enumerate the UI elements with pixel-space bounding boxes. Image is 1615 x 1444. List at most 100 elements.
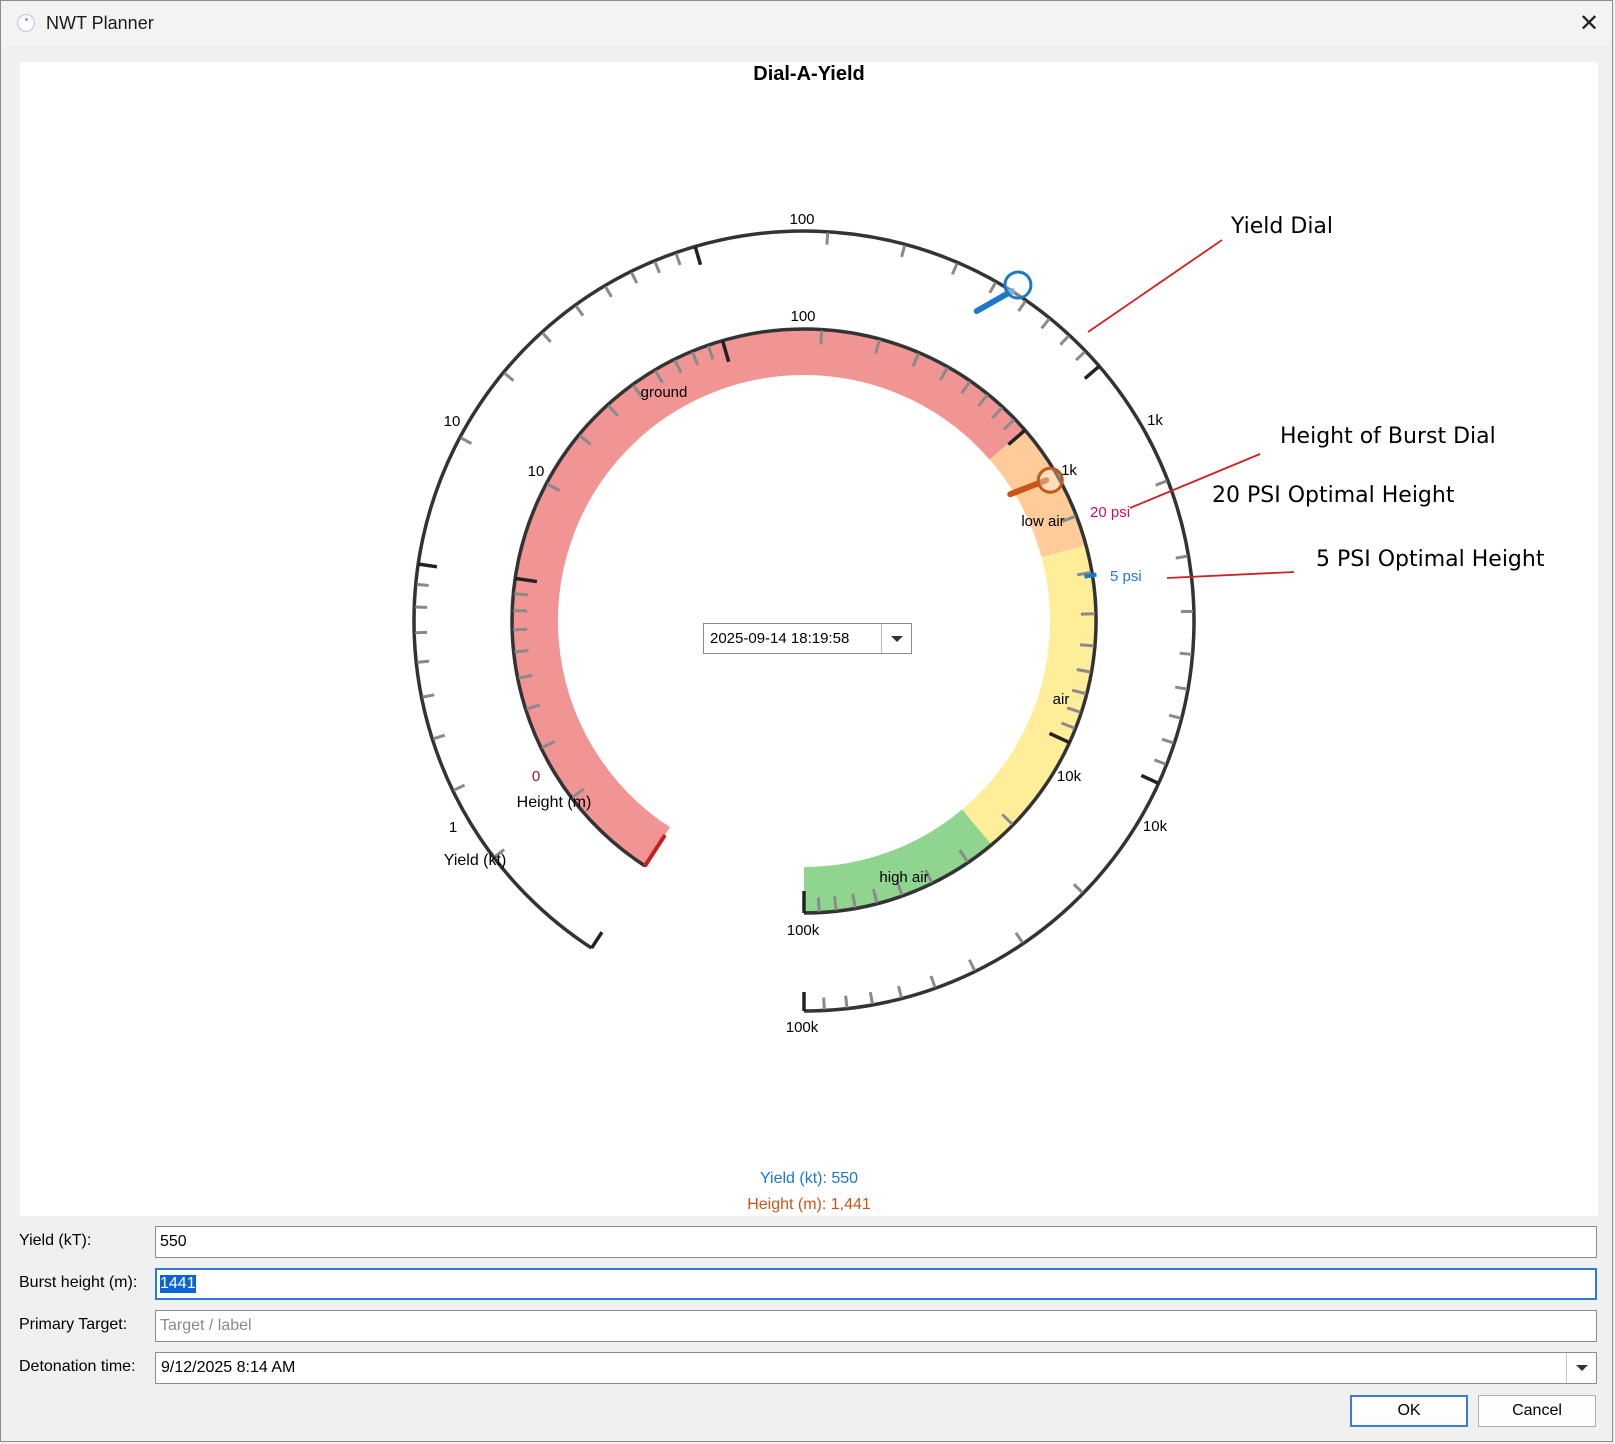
outer-minor-tick [968,959,977,972]
cancel-button[interactable]: Cancel [1478,1395,1596,1427]
timestamp-value: 2025-09-14 18:19:58 [710,630,850,647]
chevron-down-icon[interactable] [1566,1353,1596,1383]
inner-minor-tick [513,609,528,613]
zone-label: ground [641,384,688,401]
dial-chart-panel: Dial-A-Yield 1 10 100 1k 10k 100k 0 10 100 1k 10k 1… [20,62,1598,1216]
outer-minor-tick [1179,651,1192,656]
yield-input[interactable] [155,1226,1597,1258]
detonation-time-label: Detonation time: [19,1358,136,1375]
outer-minor-tick [630,271,639,284]
yield-tick-label: 10 [444,413,461,430]
height-axis-label: Height (m) [517,794,592,811]
detonation-time-dropdown[interactable]: 9/12/2025 8:14 AM [155,1352,1597,1384]
outer-major-tick [1083,364,1101,380]
close-button[interactable]: ✕ [1566,1,1612,45]
close-icon: ✕ [1578,9,1600,37]
inner-minor-tick [514,648,529,654]
burst-height-label: Burst height (m): [19,1274,138,1291]
zone-label: air [1053,691,1070,708]
yield-dial-callout: Yield Dial [1230,214,1333,239]
detonation-time-row: Detonation time: 9/12/2025 8:14 AM [19,1352,1599,1384]
outer-minor-tick [503,371,515,382]
chart-title: Dial-A-Yield [753,63,865,85]
window-title: NWT Planner [46,13,154,33]
yield-dial-handle[interactable] [1003,270,1033,300]
outer-minor-tick [1174,685,1188,691]
burst-height-row: Burst height (m): 1441 [19,1268,1599,1300]
outer-minor-tick [844,995,849,1008]
psi5-callout-line [1166,571,1295,579]
psi5-marker-label: 5 psi [1110,568,1142,585]
burst-height-value: 1441 [160,1275,196,1293]
outer-minor-tick [453,783,466,792]
yield-readout: Yield (kt): 550 [759,1170,859,1187]
outer-minor-tick [604,285,613,298]
outer-minor-tick [988,281,997,294]
chevron-down-icon[interactable] [881,624,911,653]
inner-minor-tick [1079,643,1095,648]
height-tick-label: 0 [532,768,540,785]
yield-label: Yield (kT): [19,1232,92,1249]
height-tick-label: 100 [790,308,815,325]
outer-minor-tick [432,733,446,741]
ok-button[interactable]: OK [1350,1395,1468,1427]
outer-minor-tick [574,304,585,317]
outer-minor-tick [1155,479,1168,487]
outer-minor-tick [1075,350,1086,362]
outer-minor-tick [1017,300,1027,312]
inner-minor-tick [833,896,838,911]
psi5-callout: 5 PSI Optimal Height [1316,547,1545,572]
zone-low-air [989,429,1087,558]
zone-ground [512,329,1025,866]
primary-target-label: Primary Target: [19,1316,128,1333]
height-readout: Height (m): 1,441 [747,1196,871,1213]
title-bar: NWT Planner ✕ [1,1,1612,45]
zone-label: low air [1021,513,1064,530]
outer-minor-tick [868,991,874,1005]
outer-minor-tick [1040,318,1051,330]
psi20-callout: 20 PSI Optimal Height [1212,483,1455,508]
yield-tick-label: 1k [1147,412,1163,429]
outer-major-tick [590,931,604,950]
outer-minor-tick [900,244,907,258]
outer-minor-tick [1014,931,1024,944]
yield-dial-callout-line [1087,239,1223,333]
primary-target-row: Primary Target: [19,1310,1599,1342]
outer-minor-tick [1072,883,1084,894]
hob-dial-callout: Height of Burst Dial [1280,424,1496,449]
psi5-marker [1084,572,1097,579]
outer-major-tick [1140,773,1160,785]
inner-minor-tick [514,592,529,597]
outer-minor-tick [1168,713,1182,720]
psi20-marker-label: 20 psi [1090,504,1130,521]
outer-major-tick [417,562,438,569]
height-dial-handle[interactable] [1036,466,1064,494]
height-tick-label: 100k [787,922,820,939]
zone-air [961,545,1096,845]
dialog-window: NWT Planner ✕ Dial-A-Yield 1 10 100 1k 10k 10… [0,0,1613,1442]
outer-minor-tick [929,975,937,988]
outer-minor-tick [417,659,430,664]
outer-minor-tick [674,253,682,266]
outer-minor-tick [896,985,903,998]
outer-minor-tick [416,582,429,587]
outer-minor-tick [541,331,552,343]
yield-tick-label: 100 [789,211,814,228]
outer-minor-tick [1059,334,1070,346]
detonation-time-value: 9/12/2025 8:14 AM [161,1359,296,1376]
outer-minor-tick [825,232,830,245]
timestamp-dropdown[interactable]: 2025-09-14 18:19:58 [703,623,912,654]
outer-minor-tick [422,693,435,699]
inner-minor-tick [819,330,824,345]
height-tick-label: 10k [1057,768,1082,785]
inner-minor-tick [816,897,821,912]
yield-tick-label: 10k [1143,818,1168,835]
yield-axis-label: Yield (kt) [444,852,507,869]
outer-minor-tick [653,261,661,274]
height-tick-label: 10 [528,463,545,480]
burst-height-input[interactable]: 1441 [155,1268,1597,1300]
outer-minor-tick [950,262,959,276]
height-tick-label: 1k [1061,462,1077,479]
yield-tick-label: 100k [786,1019,819,1036]
primary-target-input[interactable] [155,1310,1597,1342]
